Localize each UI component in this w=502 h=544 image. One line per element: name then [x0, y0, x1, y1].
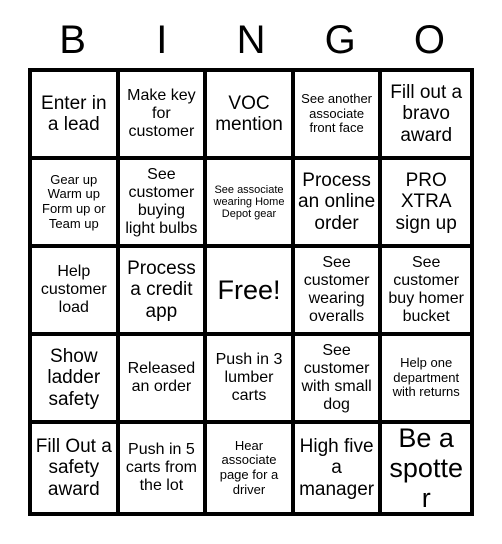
bingo-cell-b2[interactable]: Gear up Warm up Form up or Team up — [32, 160, 120, 248]
bingo-cell-o4[interactable]: Help one department with returns — [382, 336, 470, 424]
bingo-cell-o2[interactable]: PRO XTRA sign up — [382, 160, 470, 248]
bingo-cell-label: See customer buy homer bucket — [388, 254, 464, 325]
bingo-cell-label: Hear associate page for a driver — [219, 437, 279, 497]
bingo-cell-label: See associate wearing Home Depot gear — [213, 183, 285, 221]
bingo-cell-label: Fill out a bravo award — [390, 82, 463, 146]
bingo-header-letter-i: I — [156, 18, 168, 62]
bingo-cell-label: Process an online order — [298, 170, 376, 234]
bingo-cell-label: See customer wearing overalls — [303, 254, 370, 325]
bingo-cell-label: Be a spotter — [389, 424, 463, 512]
bingo-cell-label: Fill Out a safety award — [35, 436, 112, 500]
bingo-card: B I N G O Enter in a lead Make key for custom… — [0, 0, 502, 544]
bingo-cell-label: Push in 3 lumber carts — [215, 351, 283, 404]
bingo-cell-b4[interactable]: Show ladder safety — [32, 336, 120, 424]
bingo-cell-n4[interactable]: Push in 3 lumber carts — [207, 336, 295, 424]
bingo-cell-label: See customer with small dog — [301, 342, 372, 413]
bingo-cell-label: VOC mention — [215, 92, 283, 135]
bingo-header-letter-n: N — [236, 18, 266, 62]
bingo-cell-i1[interactable]: Make key for customer — [119, 72, 208, 160]
bingo-cell-label: Free! — [217, 274, 281, 305]
bingo-cell-label: Push in 5 carts from the lot — [125, 441, 197, 494]
bingo-cell-o5[interactable]: Be a spotter — [382, 424, 470, 512]
bingo-cell-n1[interactable]: VOC mention — [207, 72, 295, 160]
bingo-cell-g4[interactable]: See customer with small dog — [294, 336, 383, 424]
bingo-cell-label: PRO XTRA sign up — [395, 170, 457, 234]
bingo-cell-n2[interactable]: See associate wearing Home Depot gear — [207, 160, 295, 248]
bingo-cell-b1[interactable]: Enter in a lead — [32, 72, 120, 160]
bingo-cell-label: High five a manager — [299, 436, 375, 500]
bingo-cell-g2[interactable]: Process an online order — [294, 160, 383, 248]
bingo-cell-i5[interactable]: Push in 5 carts from the lot — [119, 424, 208, 512]
bingo-cell-label: Process a credit app — [127, 258, 196, 322]
bingo-cell-o1[interactable]: Fill out a bravo award — [382, 72, 470, 160]
bingo-cell-i2[interactable]: See customer buying light bulbs — [119, 160, 208, 248]
bingo-cell-b5[interactable]: Fill Out a safety award — [32, 424, 120, 512]
bingo-cell-label: Show ladder safety — [47, 346, 101, 410]
bingo-cell-label: Enter in a lead — [41, 92, 107, 135]
bingo-cell-label: Help customer load — [40, 263, 107, 316]
bingo-header-row: BINGO — [28, 14, 474, 66]
bingo-cell-g3[interactable]: See customer wearing overalls — [294, 248, 383, 336]
bingo-cell-b3[interactable]: Help customer load — [32, 248, 120, 336]
bingo-cell-g1[interactable]: See another associate front face — [294, 72, 383, 160]
bingo-grid: Enter in a lead Make key for customer VOC … — [28, 68, 474, 516]
bingo-cell-o3[interactable]: See customer buy homer bucket — [382, 248, 470, 336]
bingo-cell-i4[interactable]: Released an order — [119, 336, 208, 424]
bingo-cell-i3[interactable]: Process a credit app — [119, 248, 208, 336]
bingo-cell-label: Help one department with returns — [392, 355, 460, 400]
bingo-cell-label: See customer buying light bulbs — [125, 166, 198, 237]
bingo-cell-g5[interactable]: High five a manager — [294, 424, 383, 512]
bingo-header-letter-g: G — [324, 18, 356, 62]
bingo-cell-label: Make key for customer — [127, 87, 196, 140]
bingo-free-space-cell[interactable]: Free! — [207, 248, 295, 336]
bingo-cell-label: Released an order — [127, 360, 196, 395]
bingo-header-letter-o: O — [413, 18, 445, 62]
bingo-header-letter-b: B — [59, 18, 86, 62]
bingo-cell-label: See another associate front face — [301, 91, 373, 136]
bingo-cell-label: Gear up Warm up Form up or Team up — [42, 171, 106, 231]
bingo-cell-n5[interactable]: Hear associate page for a driver — [207, 424, 295, 512]
